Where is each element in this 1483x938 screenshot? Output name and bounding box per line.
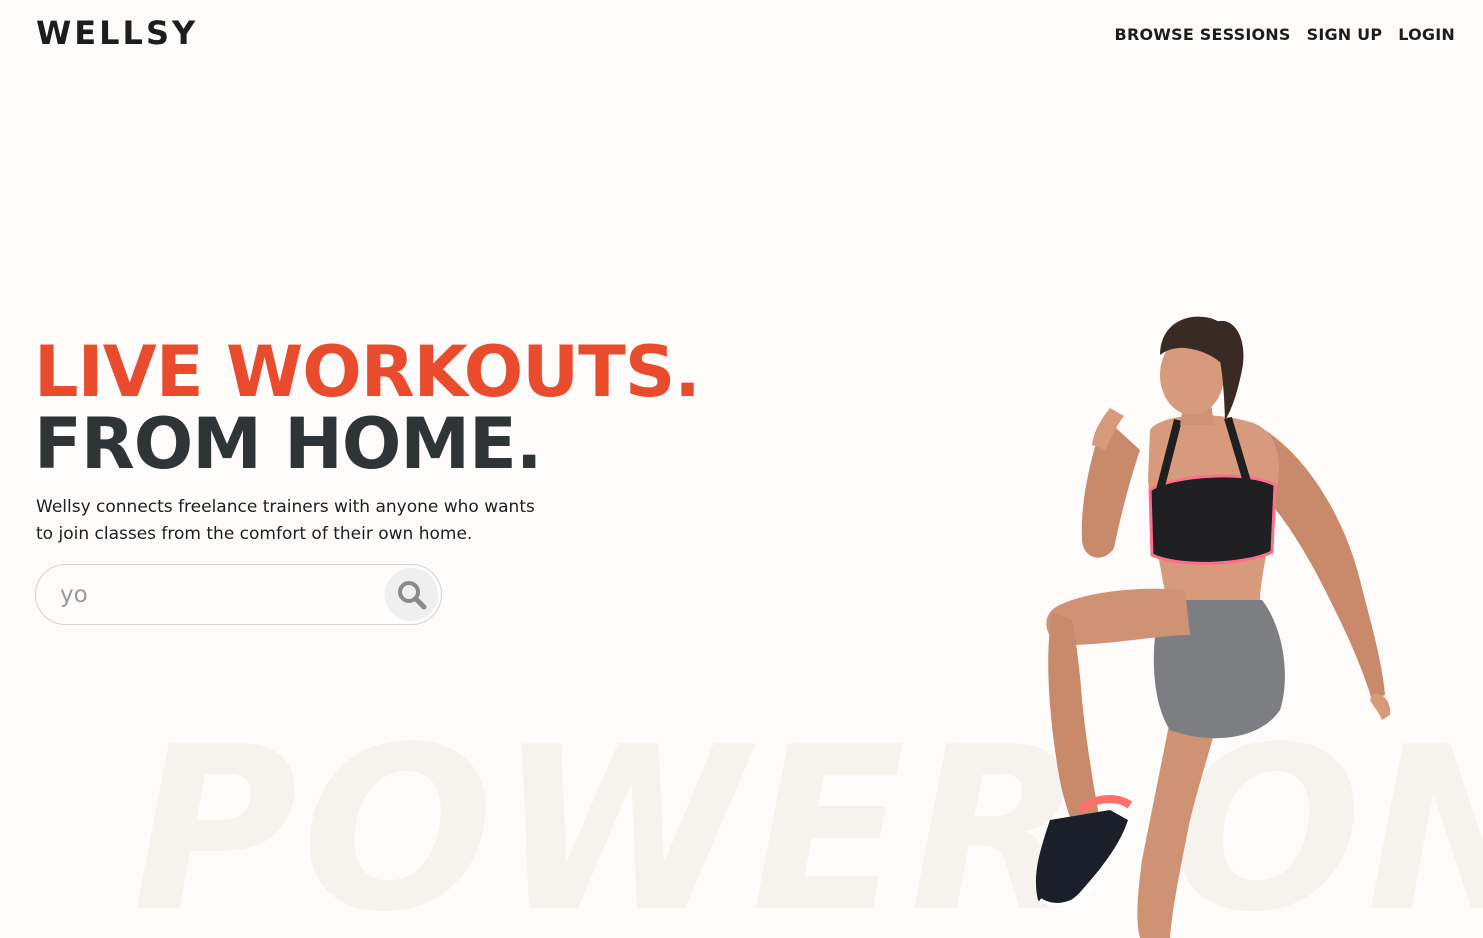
headline-line-2: FROM HOME.: [34, 403, 542, 485]
logo[interactable]: WELLSY: [36, 14, 198, 52]
search-box: [35, 564, 442, 625]
tagline-line-1: Wellsy connects freelance trainers with …: [36, 497, 535, 517]
landing-page: POWER ON WELLSY BROWSE SESSIONS SIGN UP …: [0, 0, 1483, 938]
headline-line-1: LIVE WORKOUTS.: [34, 331, 701, 413]
hero-headline: LIVE WORKOUTS. FROM HOME.: [34, 331, 701, 485]
nav-browse-sessions[interactable]: BROWSE SESSIONS: [1115, 25, 1291, 44]
hero-tagline: Wellsy connects freelance trainers with …: [36, 494, 606, 548]
nav-sign-up[interactable]: SIGN UP: [1307, 25, 1383, 44]
athlete-image: [1035, 316, 1391, 938]
search-button[interactable]: [385, 568, 438, 621]
search-input[interactable]: [60, 575, 390, 615]
main-nav: BROWSE SESSIONS SIGN UP LOGIN: [1115, 25, 1455, 44]
tagline-line-2: to join classes from the comfort of thei…: [36, 524, 473, 544]
nav-login[interactable]: LOGIN: [1398, 25, 1455, 44]
search-icon: [397, 580, 426, 609]
